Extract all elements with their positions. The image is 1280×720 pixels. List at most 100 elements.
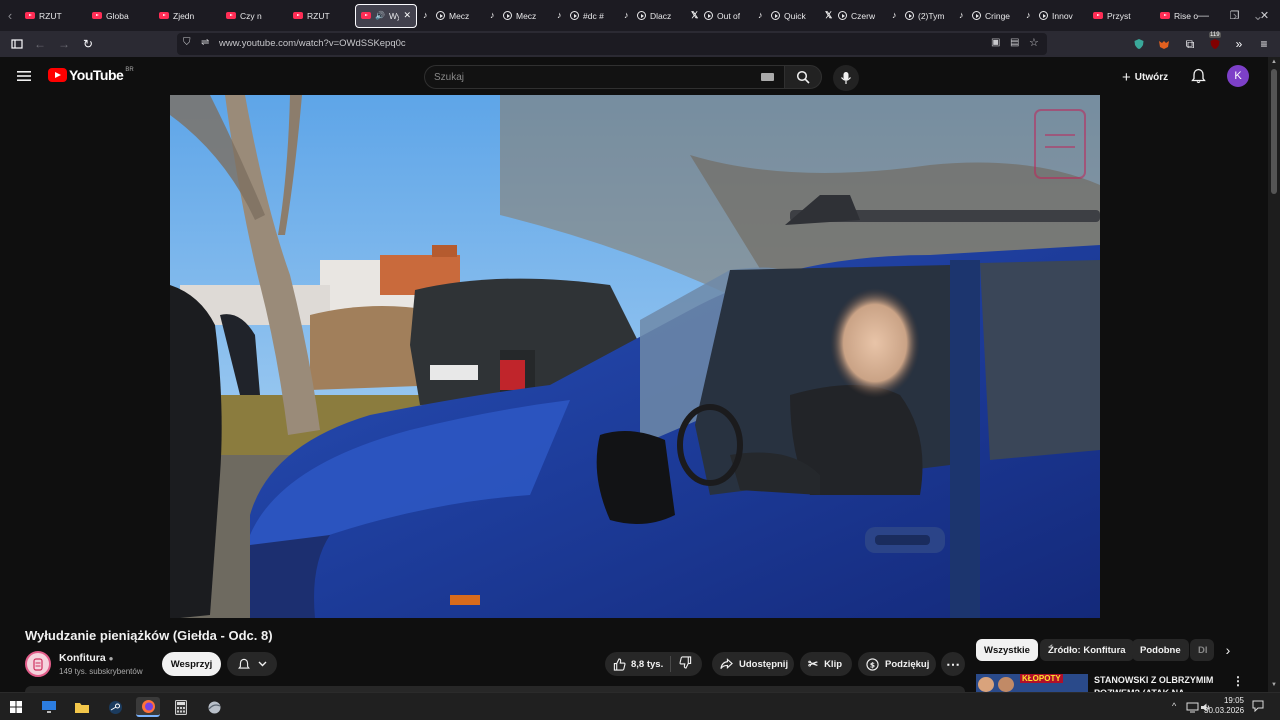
chip-partial[interactable]: Dl — [1190, 639, 1214, 661]
clock-time: 19:05 — [1223, 696, 1244, 705]
browser-tab[interactable]: ♪ Cringe — [954, 4, 1020, 28]
reader-view-icon[interactable]: ▤ — [1010, 37, 1019, 48]
youtube-logo[interactable]: YouTube BR — [48, 67, 134, 83]
x-icon: 𝕏 — [691, 10, 699, 20]
clock[interactable]: 19:05 30.03.2026 — [1204, 696, 1244, 716]
youtube-icon — [361, 12, 371, 19]
support-button[interactable]: Wesprzyj — [162, 652, 221, 676]
voice-search-button[interactable] — [833, 65, 859, 91]
tab-scroll-left-icon[interactable]: ‹ — [0, 0, 20, 31]
sidebar-toggle-icon[interactable] — [8, 35, 26, 53]
chip-similar[interactable]: Podobne — [1132, 639, 1189, 661]
browser-tab[interactable]: ♪ Mecz — [418, 4, 484, 28]
keyboard-icon[interactable] — [761, 73, 774, 81]
ublock-icon[interactable]: 119 — [1206, 32, 1224, 53]
firefox-icon[interactable] — [136, 697, 160, 717]
reload-icon[interactable]: ↻ — [79, 35, 97, 53]
hamburger-menu-icon[interactable] — [16, 68, 32, 84]
forward-icon[interactable]: → — [55, 35, 73, 53]
windows-start-icon[interactable] — [4, 697, 28, 717]
scroll-up-icon[interactable]: ▲ — [1271, 59, 1277, 65]
steam-icon[interactable] — [103, 697, 127, 717]
browser-tab[interactable]: RZUT — [288, 4, 354, 28]
thumbs-down-icon — [679, 656, 692, 669]
url-bar[interactable]: ⛉ ⇌ www.youtube.com/watch?v=OWdSSKepq0c … — [177, 33, 1047, 55]
browser-tab[interactable]: Zjedn — [154, 4, 220, 28]
tiktok-icon: ♪ — [758, 10, 763, 20]
browser-tab-title: #dc # — [583, 10, 604, 21]
browser-tab-title: Out of — [717, 10, 741, 21]
thanks-button[interactable]: $ Podziękuj — [858, 652, 936, 676]
notifications-bell-icon[interactable] — [1191, 68, 1206, 89]
share-button[interactable]: Udostępnij — [712, 652, 794, 676]
network-icon[interactable] — [1186, 700, 1199, 718]
scroll-thumb[interactable] — [1271, 69, 1277, 194]
browser-tab[interactable]: Globa — [87, 4, 153, 28]
account-avatar[interactable]: K — [1227, 65, 1249, 87]
channel-name[interactable]: Konfitura — [59, 652, 106, 664]
tray-overflow-icon[interactable]: ^ — [1172, 701, 1176, 711]
notification-settings-button[interactable] — [227, 652, 277, 676]
like-button[interactable]: 8,8 tys. — [605, 656, 671, 672]
bookmark-star-icon[interactable]: ☆ — [1029, 36, 1039, 49]
shield-icon[interactable]: ⛉ — [183, 37, 191, 48]
dislike-button[interactable] — [671, 656, 692, 672]
close-tab-icon[interactable]: ✕ — [403, 10, 411, 21]
app-menu-icon[interactable]: ≡ — [1255, 35, 1273, 53]
search-input[interactable]: Szukaj — [424, 65, 784, 89]
chip-source[interactable]: Źródło: Konfitura — [1040, 639, 1134, 661]
clip-button[interactable]: ✂ Klip — [800, 652, 852, 676]
media-play-icon — [436, 11, 445, 20]
site-permissions-icon[interactable]: ⇌ — [201, 37, 209, 48]
browser-tab-title: Mecz — [516, 10, 537, 21]
url-text[interactable]: www.youtube.com/watch?v=OWdSSKepq0c — [219, 38, 406, 49]
recommendation-more-icon[interactable]: ⋮ — [1232, 674, 1244, 688]
extension-fox-icon[interactable] — [1155, 35, 1173, 53]
browser-tab[interactable]: ♪ Innov — [1021, 4, 1087, 28]
more-actions-icon[interactable]: ⋯ — [941, 652, 965, 676]
browser-tab[interactable]: ♪ Dlacz — [619, 4, 685, 28]
minimize-icon[interactable]: — — [1188, 0, 1219, 31]
plus-icon: + — [1122, 68, 1131, 86]
recommendation-title[interactable]: STANOWSKI Z OLBRZYMIM POZWEM? (ATAK NA — [1094, 674, 1226, 692]
youtube-icon — [1093, 12, 1103, 19]
search-button[interactable] — [784, 65, 822, 89]
browser-tab[interactable]: Czy n — [221, 4, 287, 28]
file-explorer-icon[interactable] — [70, 697, 94, 717]
recommendation-thumbnail[interactable]: KŁOPOTY — [976, 674, 1088, 692]
browser-tab[interactable]: Przyst — [1088, 4, 1154, 28]
restore-icon[interactable]: ❐ — [1219, 0, 1250, 31]
extension-badge: 119 — [1209, 32, 1221, 38]
browser-tab[interactable]: ♪ (2)Tym — [887, 4, 953, 28]
extension-shield-icon[interactable] — [1130, 35, 1148, 53]
globe-app-icon[interactable] — [202, 697, 226, 717]
close-window-icon[interactable]: ✕ — [1249, 0, 1280, 31]
browser-tab[interactable]: 🔊Wy ✕ — [355, 3, 417, 28]
picture-in-picture-icon[interactable]: ▣ — [991, 37, 1000, 48]
browser-tab-title: Zjedn — [173, 10, 195, 21]
media-play-icon — [771, 11, 780, 20]
create-button[interactable]: + Utwórz — [1116, 65, 1174, 89]
calculator-icon[interactable] — [169, 697, 193, 717]
back-icon[interactable]: ← — [31, 35, 49, 53]
scroll-down-icon[interactable]: ▼ — [1271, 682, 1277, 688]
browser-tab[interactable]: ♪ Quick — [753, 4, 819, 28]
monitor-app-icon[interactable] — [37, 697, 61, 717]
extensions-puzzle-icon[interactable]: ⧉ — [1181, 35, 1199, 53]
browser-tab[interactable]: 𝕏 Czerw — [820, 4, 886, 28]
video-player[interactable] — [170, 95, 1100, 618]
like-dislike-group: 8,8 tys. — [605, 652, 702, 676]
browser-tab[interactable]: ♪ #dc # — [552, 4, 618, 28]
browser-tab[interactable]: ♪ Mecz — [485, 4, 551, 28]
browser-tab[interactable]: 𝕏 Out of — [686, 4, 752, 28]
tiktok-icon: ♪ — [1026, 10, 1031, 20]
notification-center-icon[interactable] — [1252, 699, 1264, 717]
page-scrollbar[interactable]: ▲ ▼ — [1268, 57, 1280, 692]
chip-next-chevron-icon[interactable]: › — [1218, 640, 1238, 660]
youtube-icon — [159, 12, 169, 19]
chip-all[interactable]: Wszystkie — [976, 639, 1038, 661]
browser-tab[interactable]: RZUT — [20, 4, 86, 28]
youtube-country-code: BR — [125, 67, 134, 73]
channel-avatar[interactable] — [25, 651, 51, 677]
overflow-menu-icon[interactable]: » — [1230, 35, 1248, 53]
